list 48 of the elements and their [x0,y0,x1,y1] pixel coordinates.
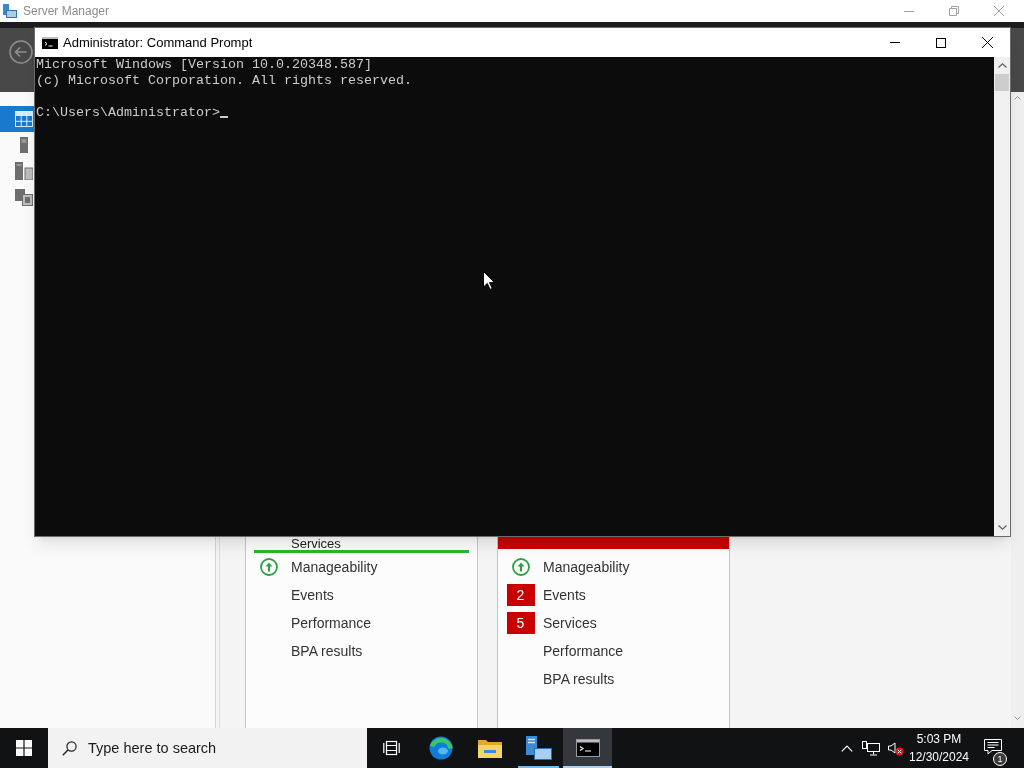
text-cursor-icon [219,116,228,118]
sidebar-item[interactable] [0,106,34,132]
tile-title[interactable]: Services [291,537,341,550]
scrollbar[interactable] [994,57,1010,536]
status-link[interactable]: Events [291,586,334,604]
chevron-down-icon[interactable] [997,525,1007,530]
maximize-icon[interactable] [936,37,946,48]
server-icon [525,736,552,760]
console-output-line: Microsoft Windows [Version 10.0.20348.587] [36,57,372,73]
status-link[interactable]: Manageability [291,558,378,576]
arrow-up-circle-icon [511,558,530,576]
alert-count-badge[interactable]: 2 [506,584,535,606]
search-icon [62,741,77,756]
terminal-icon [42,36,58,49]
terminal-icon [575,739,600,757]
network-icon[interactable] [862,740,880,756]
minimize-icon[interactable] [903,10,914,12]
folder-icon [477,738,502,758]
notification-icon[interactable] [984,739,1002,755]
clock[interactable]: 5:03 PM 12/30/2024 [907,730,971,766]
status-link[interactable]: Performance [291,614,372,632]
close-icon[interactable] [981,37,993,48]
grid-icon [15,111,33,127]
notification-count: 1 [993,752,1007,766]
restore-icon[interactable] [948,6,959,16]
arrow-up-circle-icon [259,558,278,576]
taskbar-button[interactable] [563,728,612,768]
console-prompt: C:\Users\Administrator> [36,105,220,121]
alert-count-badge[interactable]: 5 [506,612,535,634]
status-link[interactable]: Manageability [543,558,630,576]
task-view-icon[interactable] [383,740,400,756]
speaker-muted-icon[interactable] [886,740,904,756]
console-area[interactable]: Microsoft Windows [Version 10.0.20348.587] (c) Microsoft Corporation. All rights reserved. C:\Users\Administrator> [35,57,994,536]
swirl-icon [428,736,453,760]
status-link[interactable]: Events [543,586,586,604]
start-icon[interactable] [16,740,32,756]
search-field[interactable]: Type here to search [48,728,367,768]
console-output-line: (c) Microsoft Corporation. All rights reserved. [36,73,412,89]
status-link[interactable]: BPA results [543,670,615,688]
pointer-cursor-icon [483,271,495,290]
window-title: Administrator: Command Prompt [63,34,253,51]
scrollbar-thumb[interactable] [995,74,1009,91]
server-icon [3,4,17,18]
status-link[interactable]: Performance [543,642,624,660]
tower-icon [20,137,28,153]
window-title: Server Manager [23,3,110,19]
status-link[interactable]: Services [543,614,597,632]
status-link[interactable]: BPA results [291,642,363,660]
